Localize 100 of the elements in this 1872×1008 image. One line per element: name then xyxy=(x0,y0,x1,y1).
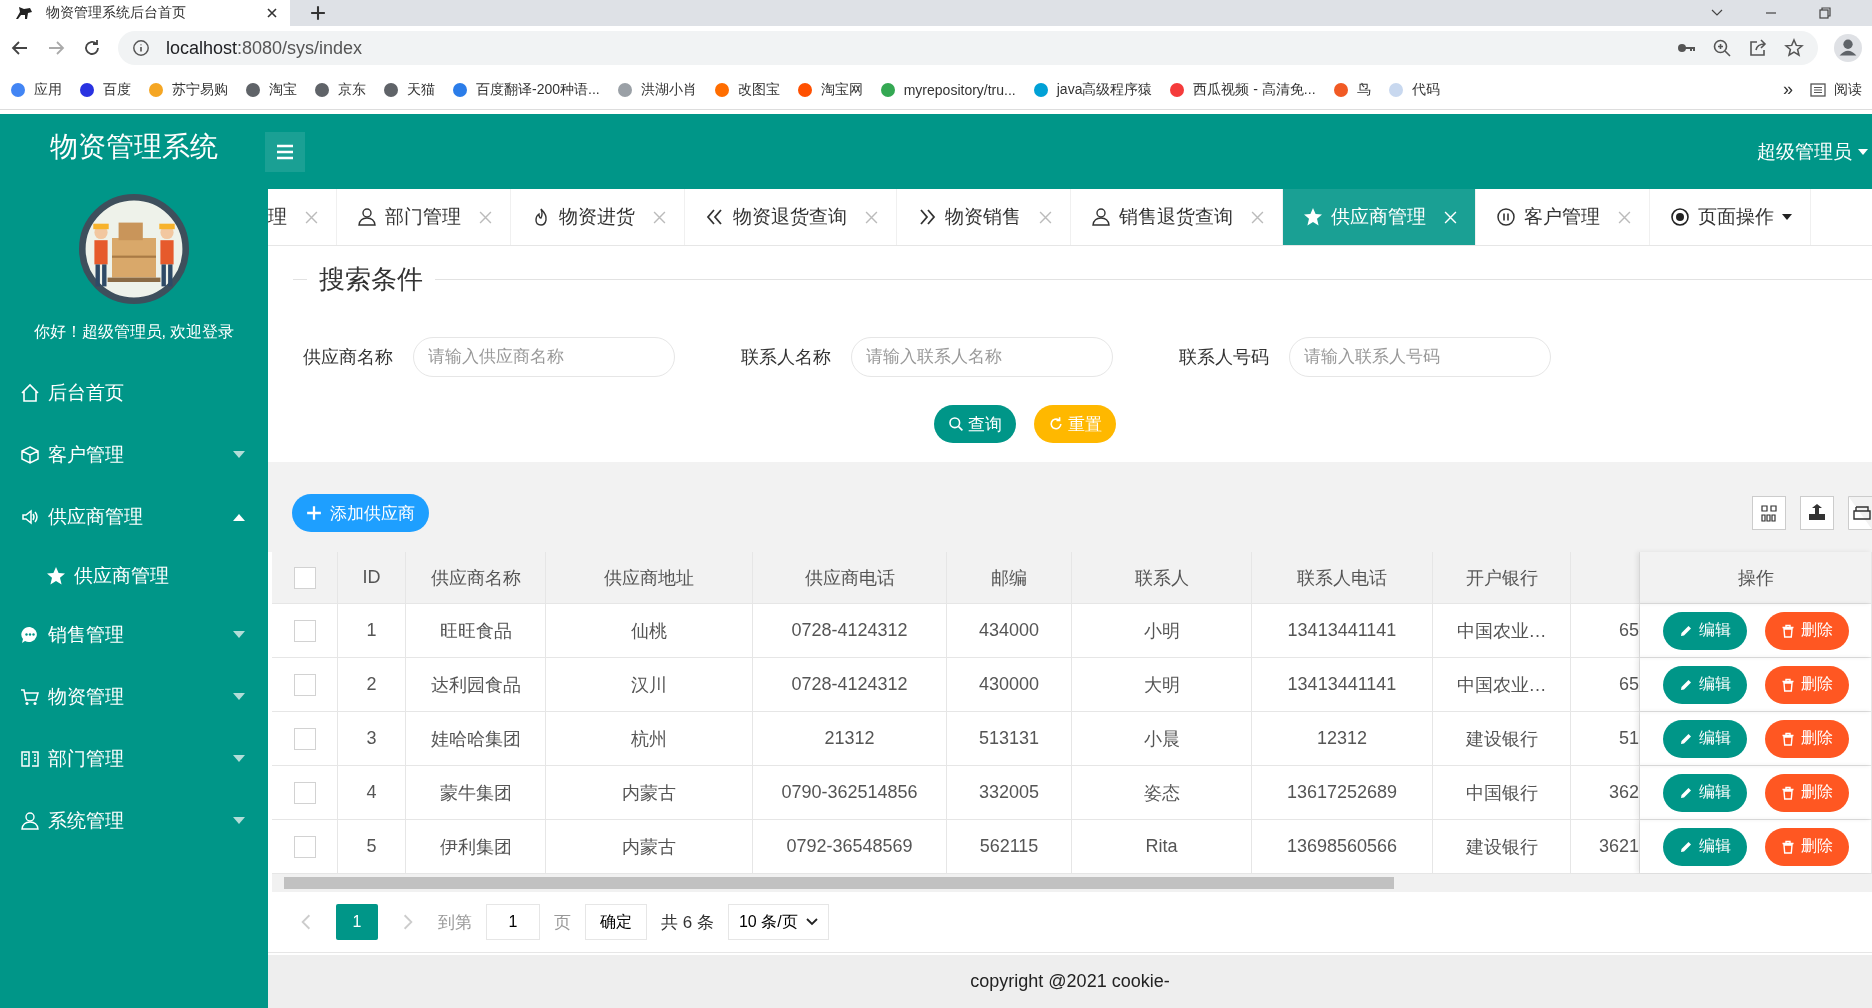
page-unit-label: 页 xyxy=(554,911,571,934)
table-cell: 1 xyxy=(366,620,377,641)
more-bookmarks-button[interactable]: » xyxy=(1783,79,1793,100)
bookmark[interactable]: java高级程序猿 xyxy=(1032,80,1153,99)
column-header: 联系人 xyxy=(1134,566,1189,590)
table-cell: 5 xyxy=(366,836,377,857)
page-number-field[interactable]: 1 xyxy=(486,904,540,940)
bookmark[interactable]: 百度 xyxy=(79,80,131,99)
table-cell: 65 xyxy=(1618,620,1639,641)
table-cell-text: 旺旺食品 xyxy=(439,619,512,643)
search-button[interactable]: 查询 xyxy=(934,405,1016,443)
table-cell: 3 xyxy=(366,728,377,749)
page-button[interactable]: 1 xyxy=(336,904,378,940)
input-field[interactable]: 请输入联系人号码 xyxy=(1289,337,1551,377)
table-cell-text: 大明 xyxy=(1143,673,1180,697)
table-cell-text: 伊利集团 xyxy=(439,835,512,859)
table-cell: 434000 xyxy=(978,620,1040,641)
bookmark[interactable]: 代码 xyxy=(1387,80,1440,99)
bookmark[interactable]: 淘宝网 xyxy=(796,80,863,99)
table-cell-text: 姿态 xyxy=(1143,781,1180,805)
column-header: 邮编 xyxy=(991,566,1027,590)
table-cell: 13698560566 xyxy=(1286,836,1398,857)
edit-button[interactable]: 编辑 xyxy=(1662,773,1747,812)
table-cell-text: 中国农业… xyxy=(1456,673,1547,697)
menu-item[interactable]: 后台首页 xyxy=(0,362,268,424)
bookmark[interactable]: 天猫 xyxy=(383,80,435,99)
edit-button[interactable]: 编辑 xyxy=(1662,827,1747,866)
bookmark[interactable]: 苏宁易购 xyxy=(148,80,228,99)
bookmark[interactable]: 改图宝 xyxy=(713,80,780,99)
menu-item[interactable]: 销售管理 xyxy=(0,604,268,666)
user-menu[interactable]: 超级管理员 xyxy=(1757,138,1868,165)
page-actions-button[interactable]: 页面操作 xyxy=(1650,189,1811,245)
table-cell-text: 小晨 xyxy=(1143,727,1180,751)
reading-list-button[interactable]: 阅读 xyxy=(1810,80,1862,99)
table-cell: 513131 xyxy=(978,728,1040,749)
field-label: 联系人名称 xyxy=(741,346,831,369)
page-tab[interactable]: 客户管理 xyxy=(1476,189,1650,245)
table-cell-text: 中国农业… xyxy=(1456,619,1547,643)
browser-tab[interactable]: 物资管理系统后台首页 xyxy=(0,0,290,26)
bookmark[interactable]: 洪湖小肖 xyxy=(616,80,697,99)
edit-button[interactable]: 编辑 xyxy=(1662,719,1747,758)
menu-item[interactable]: 物资管理 xyxy=(0,666,268,728)
app-title: 物资管理系统 xyxy=(49,130,219,164)
bookmark[interactable]: 淘宝 xyxy=(245,80,297,99)
bookmark[interactable]: 西瓜视频 - 高清免... xyxy=(1169,80,1316,99)
table-cell: 430000 xyxy=(978,674,1040,695)
table-cell-text: 小明 xyxy=(1143,619,1180,643)
page-size-select[interactable]: 10 条/页 xyxy=(727,904,829,940)
input-field[interactable]: 请输入联系人名称 xyxy=(851,337,1113,377)
column-header: ID xyxy=(362,567,381,588)
table-cell-text: 娃哈哈集团 xyxy=(430,727,521,751)
page-tab[interactable]: 物资进货 xyxy=(511,189,685,245)
submenu-item[interactable]: 供应商管理 xyxy=(0,548,268,604)
page-tab[interactable]: 理 xyxy=(268,189,337,245)
table-cell: 2 xyxy=(366,674,377,695)
table-cell: 51 xyxy=(1618,728,1639,749)
table-cell: 0792-36548569 xyxy=(786,836,913,857)
table-cell-text: 建设银行 xyxy=(1465,727,1538,751)
menu-item[interactable]: 客户管理 xyxy=(0,424,268,486)
input-field[interactable]: 请输入供应商名称 xyxy=(413,337,675,377)
edit-button[interactable]: 编辑 xyxy=(1662,665,1747,704)
column-header: 开户银行 xyxy=(1465,566,1538,590)
greeting-text: 你好！超级管理员, 欢迎登录 xyxy=(32,322,236,342)
table-cell-text: 内蒙古 xyxy=(622,835,676,859)
column-header: 供应商地址 xyxy=(604,566,694,590)
field-label: 供应商名称 xyxy=(303,346,393,369)
table-cell-text: 仙桃 xyxy=(631,619,667,643)
table-cell: Rita xyxy=(1145,836,1178,857)
menu-item[interactable]: 部门管理 xyxy=(0,728,268,790)
bookmark[interactable]: 百度翻译-200种语... xyxy=(452,80,600,99)
table-cell-text: 蒙牛集团 xyxy=(439,781,512,805)
table-cell: 13413441141 xyxy=(1287,674,1397,695)
bookmark[interactable]: 鸟 xyxy=(1332,80,1371,99)
bookmark[interactable]: 京东 xyxy=(314,80,366,99)
total-count: 共 6 条 xyxy=(661,911,714,934)
table-cell: 0728-4124312 xyxy=(791,674,908,695)
bookmark[interactable]: 应用 xyxy=(10,80,62,99)
page-tab[interactable]: 物资销售 xyxy=(897,189,1071,245)
table-cell: 12312 xyxy=(1316,728,1368,749)
tab-title: 物资管理系统后台首页 xyxy=(46,4,187,22)
column-header: 供应商电话 xyxy=(804,566,895,590)
menu-item[interactable]: 系统管理 xyxy=(0,790,268,852)
edit-button[interactable]: 编辑 xyxy=(1662,611,1747,650)
confirm-button[interactable]: 确定 xyxy=(585,904,647,940)
goto-label: 到第 xyxy=(438,911,472,934)
address-bar[interactable]: localhost:8080/sys/index xyxy=(118,31,1818,65)
table-cell-text: 内蒙古 xyxy=(622,781,676,805)
table-cell: 0728-4124312 xyxy=(791,620,908,641)
table-cell: 21312 xyxy=(824,728,875,749)
copyright-text: copyright @2021 cookie- xyxy=(970,971,1170,992)
column-header: 联系人电话 xyxy=(1297,566,1387,590)
table-cell: 562115 xyxy=(979,836,1039,857)
table-cell-text: 建设银行 xyxy=(1465,835,1538,859)
table-cell: 362 xyxy=(1608,782,1639,803)
menu-item[interactable]: 供应商管理 xyxy=(0,486,268,548)
table-cell: 3621 xyxy=(1598,836,1639,857)
bookmark[interactable]: myrepository/tru... xyxy=(879,81,1016,98)
page-tab[interactable]: 部门管理 xyxy=(337,189,511,245)
table-cell-text: 达利园食品 xyxy=(430,673,521,697)
page-tab[interactable]: 物资退货查询 xyxy=(685,189,897,245)
